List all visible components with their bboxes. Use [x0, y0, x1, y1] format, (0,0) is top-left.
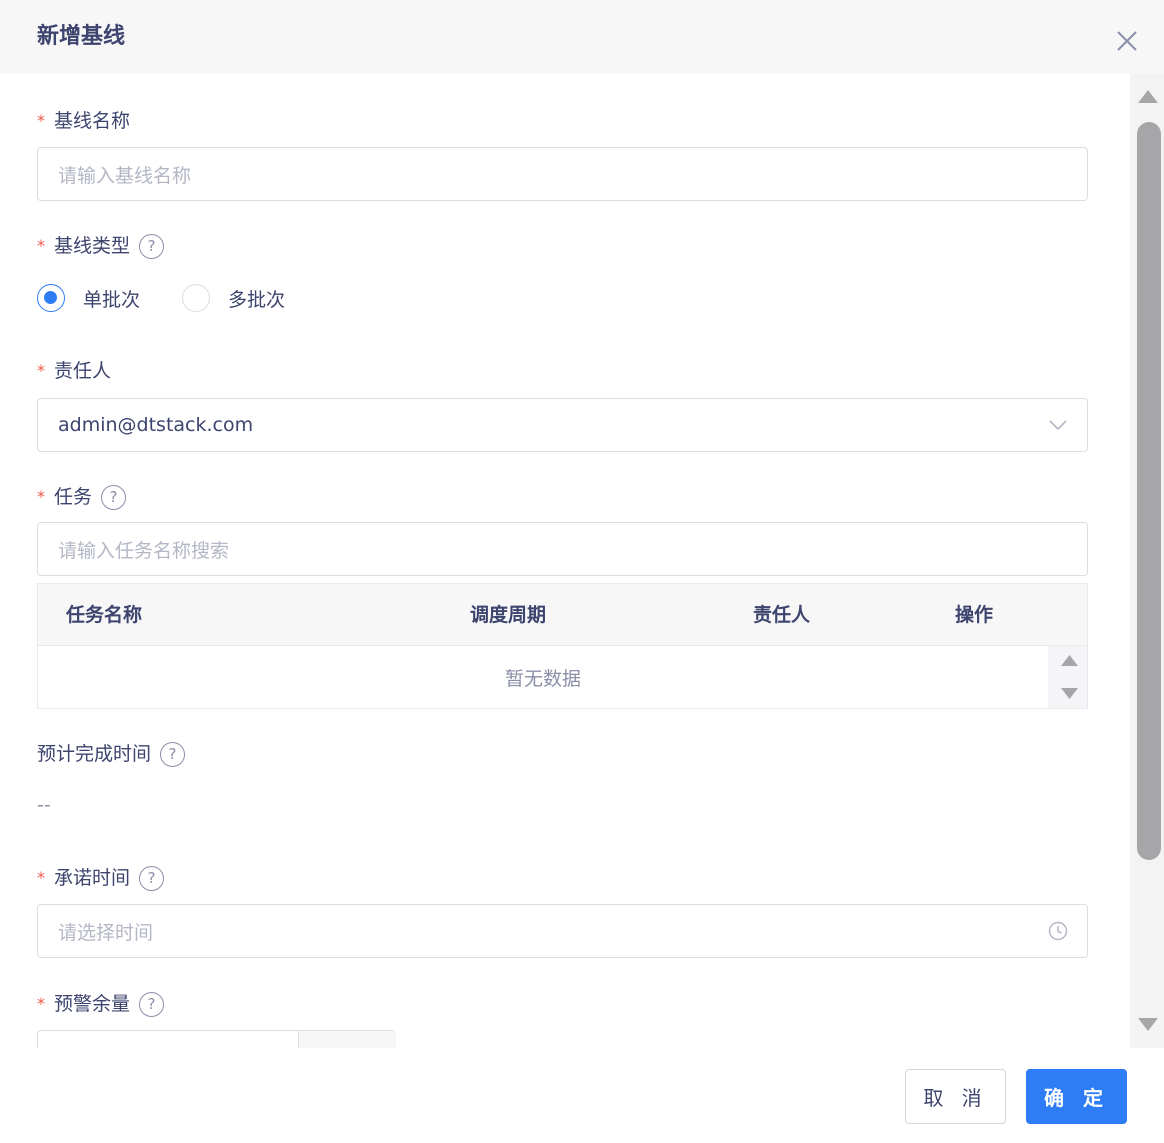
table-empty-text: 暂无数据	[504, 667, 581, 690]
scroll-up-icon[interactable]	[1138, 90, 1158, 103]
col-action: 操作	[955, 604, 994, 626]
task-search-input[interactable]: 请输入任务名称搜索	[37, 522, 1088, 576]
col-task-name: 任务名称	[66, 604, 143, 626]
table-scrollbar[interactable]	[1048, 646, 1087, 708]
chevron-down-icon[interactable]	[1047, 414, 1069, 436]
dialog-title: 新增基线	[37, 24, 126, 49]
col-owner: 责任人	[753, 604, 811, 626]
clock-icon[interactable]	[1047, 920, 1069, 942]
owner-select-value: admin@dtstack.com	[58, 414, 254, 436]
dialog-scrollbar[interactable]	[1130, 74, 1164, 1048]
col-schedule: 调度周期	[470, 604, 547, 626]
required-mark: *	[37, 236, 45, 255]
promise-time-picker[interactable]: 请选择时间	[37, 904, 1088, 958]
type-label: * 基线类型 ?	[37, 233, 165, 259]
baseline-name-placeholder: 请输入基线名称	[58, 164, 192, 187]
baseline-type-radio-group: 单批次 多批次	[37, 284, 325, 312]
task-table: 任务名称 调度周期 责任人 操作 暂无数据	[37, 583, 1088, 709]
required-mark: *	[37, 361, 45, 380]
radio-single-batch[interactable]: 单批次	[37, 284, 140, 312]
table-scroll-arrows-icon[interactable]	[1048, 646, 1087, 708]
question-circle-icon[interactable]: ?	[139, 233, 165, 259]
confirm-button[interactable]: 确 定	[1026, 1069, 1127, 1124]
required-mark: *	[37, 487, 45, 506]
question-circle-icon[interactable]: ?	[160, 741, 186, 767]
baseline-name-input[interactable]: 请输入基线名称	[37, 147, 1088, 201]
name-label: * 基线名称	[37, 110, 131, 132]
warning-label: * 预警余量 ?	[37, 991, 165, 1017]
owner-select[interactable]: admin@dtstack.com	[37, 398, 1088, 452]
scroll-thumb[interactable]	[1137, 122, 1161, 860]
estimated-value: --	[37, 794, 51, 816]
required-mark: *	[37, 868, 45, 887]
table-header: 任务名称 调度周期 责任人 操作	[38, 584, 1087, 646]
dialog-header: 新增基线	[0, 0, 1164, 74]
task-search-placeholder: 请输入任务名称搜索	[58, 539, 230, 562]
promise-label: * 承诺时间 ?	[37, 865, 165, 891]
question-circle-icon[interactable]: ?	[139, 865, 165, 891]
required-mark: *	[37, 111, 45, 130]
radio-single-batch-label: 单批次	[83, 288, 141, 311]
required-mark: *	[37, 994, 45, 1013]
estimated-label: 预计完成时间 ?	[37, 741, 186, 767]
promise-time-placeholder: 请选择时间	[58, 921, 154, 944]
warning-unit-addon[interactable]	[298, 1031, 396, 1048]
dialog-footer: 取 消 确 定	[0, 1048, 1164, 1143]
close-icon[interactable]	[1112, 26, 1142, 56]
question-circle-icon[interactable]: ?	[139, 991, 165, 1017]
warning-margin-input[interactable]	[37, 1030, 396, 1048]
task-label: * 任务 ?	[37, 484, 127, 510]
radio-checked-icon[interactable]	[37, 284, 65, 312]
scroll-down-icon[interactable]	[1138, 1018, 1158, 1031]
question-circle-icon[interactable]: ?	[101, 484, 127, 510]
owner-label: * 责任人	[37, 360, 112, 382]
radio-multi-batch-label: 多批次	[228, 288, 286, 311]
cancel-button[interactable]: 取 消	[905, 1069, 1006, 1124]
radio-unchecked-icon[interactable]	[182, 284, 211, 312]
radio-multi-batch[interactable]: 多批次	[182, 284, 285, 312]
dialog-body: * 基线名称 请输入基线名称 * 基线类型 ? 单批次 多批次 * 责任人 ad…	[0, 74, 1130, 1048]
